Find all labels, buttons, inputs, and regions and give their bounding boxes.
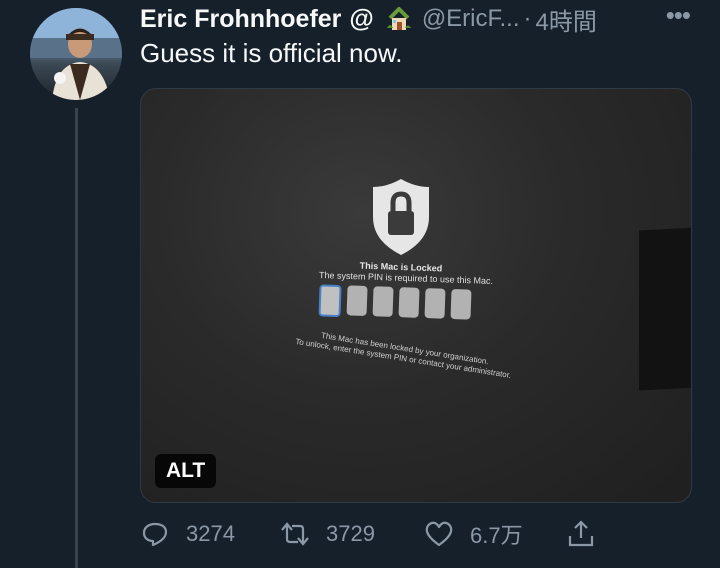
heart-icon <box>425 521 453 547</box>
pin-box <box>318 284 342 318</box>
author-name[interactable]: Eric Frohnhoefer <box>140 5 341 34</box>
tweet-header: Eric Frohnhoefer @ @EricF... · 4時間 <box>140 2 710 36</box>
retweet-count: 3729 <box>326 521 375 546</box>
retweet-button[interactable]: 3729 <box>280 514 375 554</box>
like-button[interactable]: 6.7万 <box>424 514 523 554</box>
screen-reflection <box>639 227 691 391</box>
pin-box <box>372 286 394 317</box>
tweet-text: Guess it is official now. <box>140 38 403 68</box>
like-count: 6.7万 <box>470 523 523 548</box>
reply-icon <box>142 522 168 547</box>
share-icon <box>568 520 594 547</box>
pin-box <box>424 288 446 319</box>
more-icon[interactable]: ••• <box>666 0 691 31</box>
alt-badge[interactable]: ALT <box>155 454 217 488</box>
share-button[interactable] <box>566 514 596 554</box>
pin-box <box>398 287 420 318</box>
pin-box <box>450 288 472 320</box>
retweet-icon <box>281 522 309 546</box>
author-handle[interactable]: @EricF... <box>422 5 520 33</box>
shield-lock-icon <box>373 179 429 255</box>
reply-count: 3274 <box>186 521 235 546</box>
pin-input-row <box>318 284 472 321</box>
house-icon <box>384 4 414 34</box>
separator-dot: · <box>523 5 532 32</box>
org-message: This Mac has been locked by your organiz… <box>289 326 519 382</box>
action-bar: 3274 3729 6.7万 <box>140 514 600 554</box>
reply-button[interactable]: 3274 <box>140 514 235 554</box>
name-at-sign: @ <box>349 4 374 33</box>
media-photo[interactable]: This Mac is Locked The system PIN is req… <box>140 88 692 503</box>
thread-line <box>75 108 78 568</box>
avatar[interactable] <box>30 8 122 100</box>
tweet-time[interactable]: 4時間 <box>536 2 597 37</box>
pin-box <box>346 285 368 317</box>
